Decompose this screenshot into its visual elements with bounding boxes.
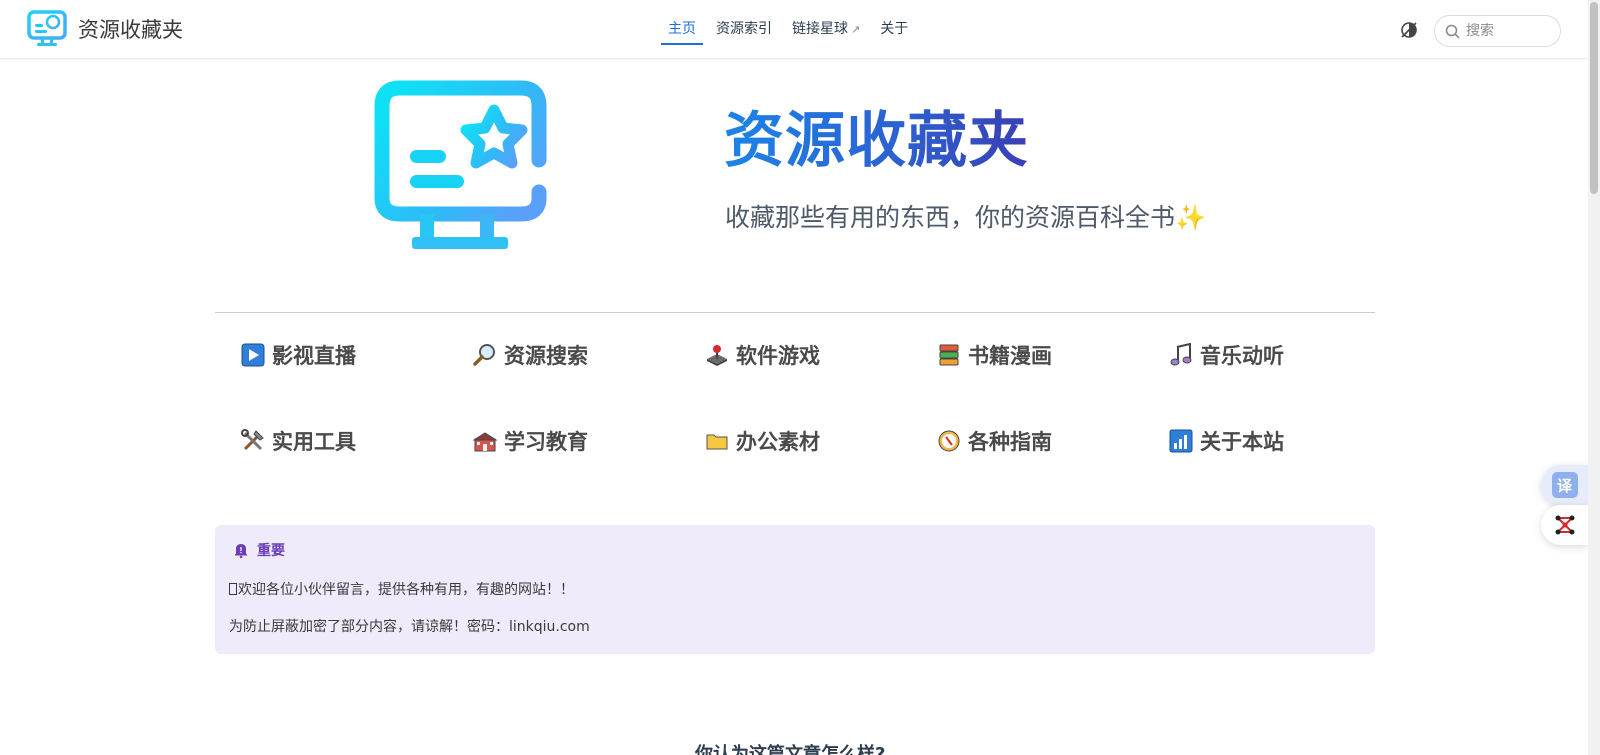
- notice-title: 重要: [233, 540, 285, 560]
- translate-widget-button[interactable]: 译: [1541, 465, 1588, 505]
- folder-icon: [704, 428, 730, 454]
- notice-line-text: 欢迎各位小伙伴留言，提供各种有用，有趣的网站！！: [238, 582, 574, 598]
- search-icon: [1445, 24, 1460, 39]
- school-icon: [472, 428, 498, 454]
- books-icon: [936, 342, 962, 368]
- nav-resource-index[interactable]: 资源索引: [716, 0, 772, 58]
- section-divider: [215, 312, 1375, 313]
- hero-description: 收藏那些有用的东西，你的资源百科全书✨: [725, 198, 1206, 234]
- category-about-site[interactable]: 关于本站: [1168, 426, 1284, 456]
- notice-title-text: 重要: [257, 543, 285, 559]
- notice-line: 为防止屏蔽加密了部分内容，请谅解！密码：linkqiu.com: [229, 619, 590, 635]
- important-notice: 重要 欢迎各位小伙伴留言，提供各种有用，有趣的网站！！ 为防止屏蔽加密了部分内容…: [215, 525, 1375, 654]
- category-label: 实用工具: [272, 430, 356, 454]
- site-title: 资源收藏夹: [78, 18, 183, 42]
- category-label: 学习教育: [504, 430, 588, 454]
- category-music[interactable]: 音乐动听: [1168, 340, 1284, 370]
- category-resource-search[interactable]: 资源搜索: [472, 340, 588, 370]
- bell-icon: [235, 544, 247, 558]
- nav-about[interactable]: 关于: [880, 0, 908, 58]
- joystick-icon: [704, 342, 730, 368]
- magnifier-icon: [472, 342, 498, 368]
- navbar: 资源收藏夹 主页 资源索引 链接星球 ↗ 关于: [0, 0, 1588, 59]
- category-books-comics[interactable]: 书籍漫画: [936, 340, 1052, 370]
- monitor-star-logo-icon: [27, 10, 67, 46]
- category-guides[interactable]: 各种指南: [936, 426, 1052, 456]
- compass-icon: [936, 428, 962, 454]
- feedback-heading: 你认为这篇文章怎么样?: [695, 744, 886, 755]
- category-label: 资源搜索: [504, 344, 588, 368]
- scrollbar-thumb[interactable]: [1590, 2, 1598, 194]
- network-graph-icon: [1555, 515, 1574, 535]
- notice-line: 欢迎各位小伙伴留言，提供各种有用，有趣的网站！！: [229, 579, 574, 599]
- translate-icon: 译: [1551, 472, 1578, 498]
- search-input[interactable]: [1466, 23, 1546, 39]
- hero-title: 资源收藏夹: [724, 92, 1029, 179]
- tools-icon: [240, 428, 266, 454]
- network-widget-button[interactable]: [1541, 505, 1588, 545]
- category-software-games[interactable]: 软件游戏: [704, 340, 820, 370]
- signal-bars-icon: [1168, 428, 1194, 454]
- sparkles-icon: ✨: [1175, 203, 1207, 232]
- external-link-icon: ↗: [851, 23, 861, 36]
- category-tools[interactable]: 实用工具: [240, 426, 356, 456]
- theme-toggle-icon[interactable]: [1398, 19, 1420, 41]
- nav-home[interactable]: 主页: [661, 0, 703, 58]
- category-office-materials[interactable]: 办公素材: [704, 426, 820, 456]
- category-label: 书籍漫画: [968, 344, 1052, 368]
- nav-link-planet[interactable]: 链接星球 ↗: [792, 0, 860, 58]
- category-label: 软件游戏: [736, 344, 820, 368]
- music-note-icon: [1168, 342, 1194, 368]
- category-label: 办公素材: [736, 430, 820, 454]
- category-label: 关于本站: [1200, 430, 1284, 454]
- play-icon: [240, 342, 266, 368]
- category-label: 音乐动听: [1200, 344, 1284, 368]
- category-film-live[interactable]: 影视直播: [240, 340, 356, 370]
- category-label: 各种指南: [968, 430, 1052, 454]
- category-education[interactable]: 学习教育: [472, 426, 588, 456]
- notice-missing-glyph: [229, 583, 237, 595]
- main-nav: 主页 资源索引 链接星球 ↗ 关于: [661, 0, 928, 58]
- hero-description-text: 收藏那些有用的东西，你的资源百科全书: [725, 203, 1176, 232]
- nav-link-planet-label: 链接星球: [792, 21, 848, 37]
- page-scrollbar[interactable]: [1588, 0, 1600, 755]
- brand-link[interactable]: 资源收藏夹: [27, 10, 183, 48]
- hero-monitor-star-icon: [374, 80, 547, 249]
- category-label: 影视直播: [272, 344, 356, 368]
- search-box[interactable]: [1434, 15, 1561, 47]
